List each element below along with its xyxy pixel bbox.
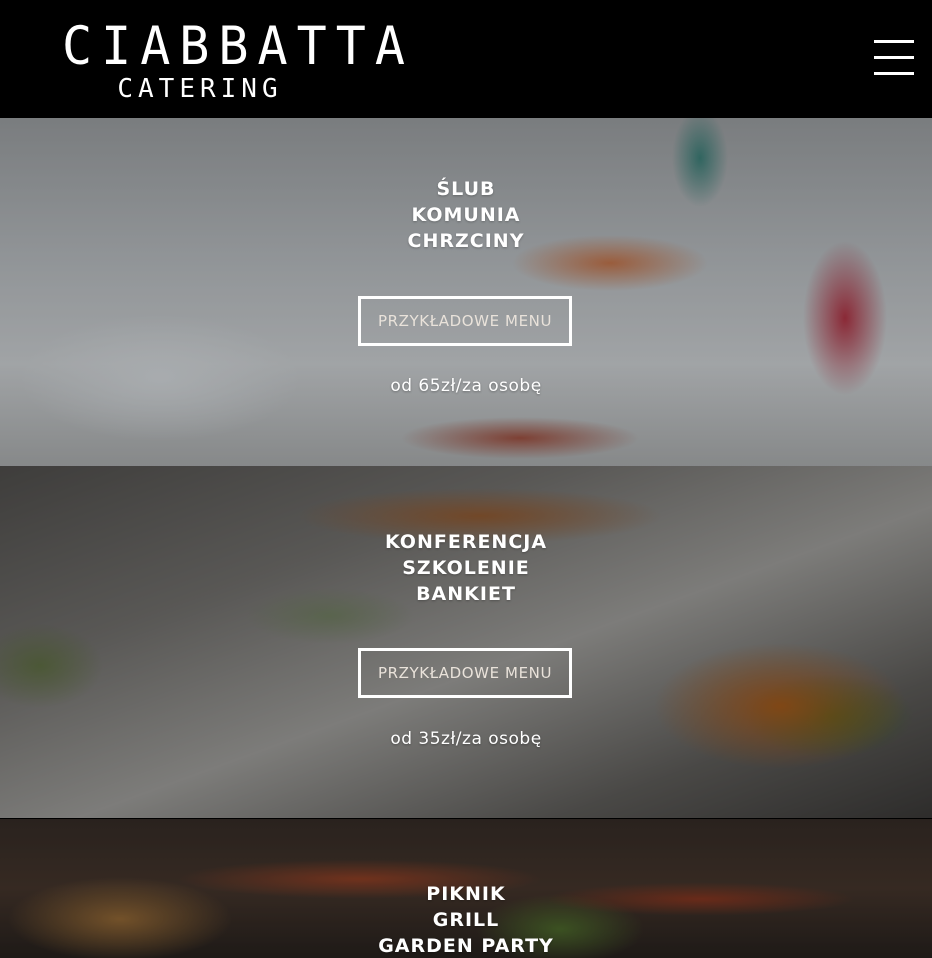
section-heading-line: GARDEN PARTY: [378, 935, 554, 957]
section-heading-group: KONFERENCJA SZKOLENIE BANKIET: [0, 529, 932, 607]
section-heading-line: CHRZCINY: [407, 230, 525, 252]
sample-menu-button[interactable]: PRZYKŁADOWE MENU: [358, 296, 572, 346]
logo[interactable]: CIABBATTA CATERING: [62, 15, 414, 104]
logo-title: CIABBATTA: [62, 15, 414, 77]
section-heading-line: PIKNIK: [426, 883, 506, 905]
site-header: CIABBATTA CATERING: [0, 0, 932, 118]
price-text: od 35zł/za osobę: [390, 729, 542, 749]
section-heading-group: PIKNIK GRILL GARDEN PARTY: [0, 881, 932, 958]
price-text: od 65zł/za osobę: [390, 376, 542, 396]
menu-icon-bar: [874, 56, 914, 59]
offer-section-picnic: PIKNIK GRILL GARDEN PARTY: [0, 819, 932, 958]
logo-subtitle: CATERING: [117, 74, 283, 104]
section-heading-line: KOMUNIA: [411, 204, 521, 226]
section-heading-line: GRILL: [432, 909, 500, 931]
offer-section-wedding: ŚLUB KOMUNIA CHRZCINY PRZYKŁADOWE MENU o…: [0, 118, 932, 470]
menu-icon-bar: [874, 72, 914, 75]
section-heading-line: SZKOLENIE: [402, 557, 530, 579]
section-heading-line: KONFERENCJA: [384, 531, 548, 553]
offer-section-conference: KONFERENCJA SZKOLENIE BANKIET PRZYKŁADOW…: [0, 466, 932, 818]
sample-menu-button[interactable]: PRZYKŁADOWE MENU: [358, 648, 572, 698]
menu-icon-bar: [874, 40, 914, 43]
section-heading-line: BANKIET: [416, 583, 516, 605]
section-heading-group: ŚLUB KOMUNIA CHRZCINY: [0, 176, 932, 254]
menu-icon[interactable]: [874, 40, 914, 76]
section-heading-line: ŚLUB: [436, 178, 496, 200]
